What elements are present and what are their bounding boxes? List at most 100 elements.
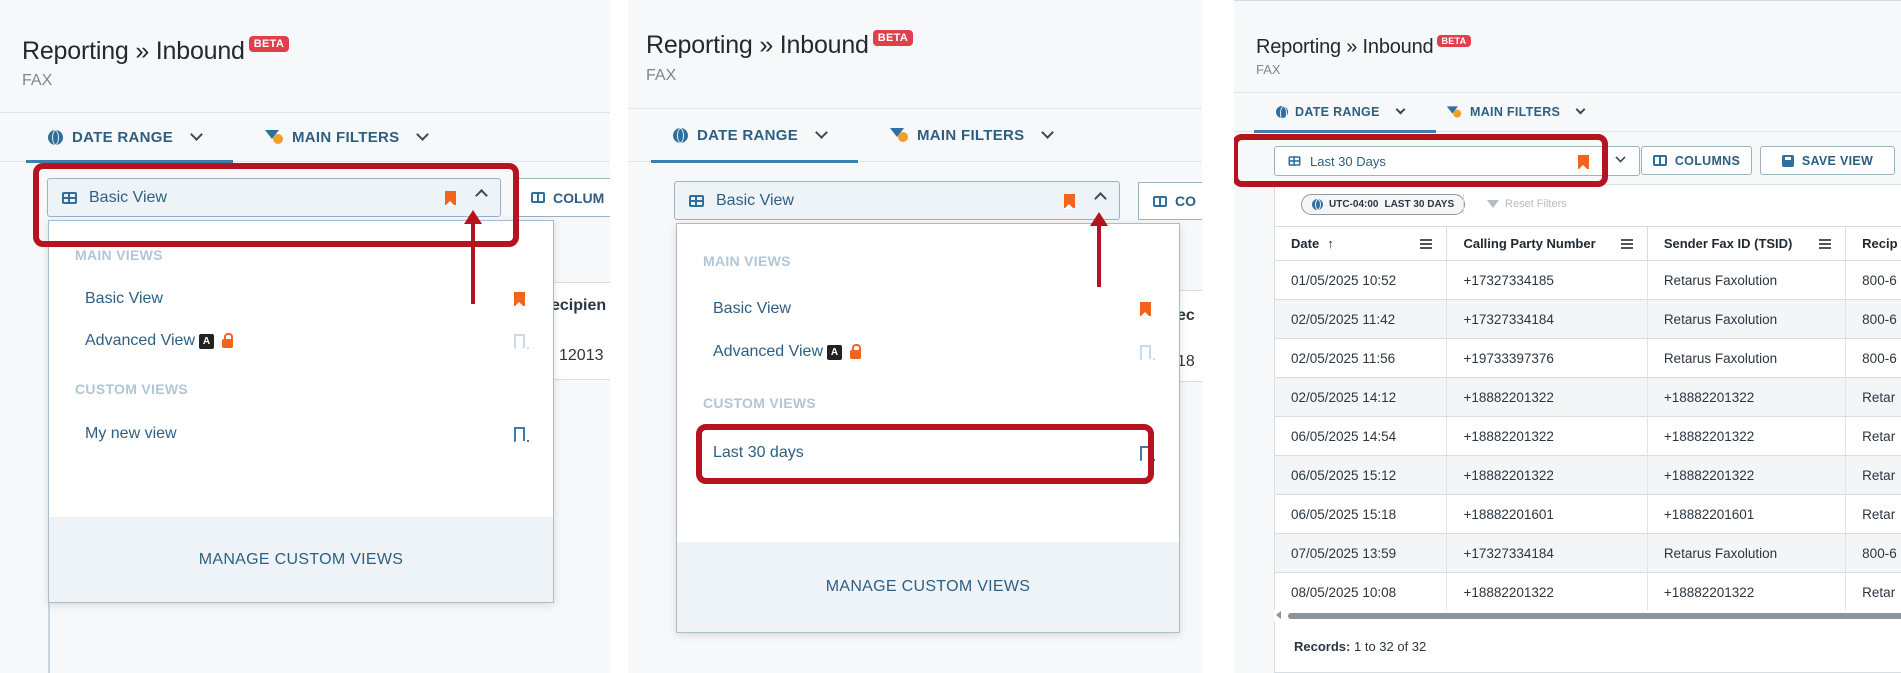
chevron-down-icon — [815, 125, 828, 139]
tab-label: MAIN FILTERS — [1470, 105, 1561, 119]
table-row[interactable]: 06/05/2025 15:12 +18882201322 +18882201322… — [1275, 456, 1901, 495]
range-label: LAST 30 DAYS — [1384, 199, 1455, 210]
view-option-basic[interactable]: Basic View — [85, 285, 525, 313]
save-icon — [1781, 154, 1794, 167]
scrollbar-thumb[interactable] — [1288, 613, 1901, 619]
column-header-fragment: ecipien — [551, 297, 607, 314]
cell-fragment: 12013 — [559, 347, 604, 364]
cell-calling-party: +18882201322 — [1447, 573, 1648, 611]
column-header-sender-fax-id[interactable]: Sender Fax ID (TSID) — [1648, 227, 1847, 260]
tab-main-filters[interactable]: MAIN FILTERS — [265, 113, 430, 161]
table-row[interactable]: 08/05/2025 10:08 +18882201322 +18882201322… — [1275, 573, 1901, 612]
page-title: Reporting » Inbound BETA — [646, 30, 914, 60]
tab-main-filters[interactable]: MAIN FILTERS — [890, 109, 1055, 161]
reset-filters-button[interactable]: Reset Filters — [1487, 198, 1567, 210]
custom-views-heading: CUSTOM VIEWS — [703, 395, 817, 411]
view-selector[interactable]: Basic View — [674, 181, 1120, 220]
view-option-label: My new view — [85, 425, 177, 442]
tab-date-range[interactable]: DATE RANGE — [25, 113, 234, 163]
highlight-box — [1234, 134, 1608, 187]
tab-date-range[interactable]: DATE RANGE — [1254, 93, 1436, 133]
view-option-advanced[interactable]: Advanced View A — [713, 338, 1155, 366]
sort-ascending-icon: ↑ — [1327, 236, 1334, 251]
columns-label: COLUM — [553, 189, 605, 206]
table-row[interactable]: 06/05/2025 15:18 +18882201601 +18882201601… — [1275, 495, 1901, 534]
column-header-calling-party[interactable]: Calling Party Number — [1447, 227, 1648, 260]
bookmark-outline-icon[interactable] — [1140, 345, 1155, 361]
manage-custom-views-button[interactable]: MANAGE CUSTOM VIEWS — [49, 517, 553, 602]
manage-custom-views-button[interactable]: MANAGE CUSTOM VIEWS — [677, 542, 1179, 632]
tab-label: DATE RANGE — [697, 126, 799, 144]
bookmark-outline-icon[interactable] — [514, 427, 529, 443]
tab-main-filters[interactable]: MAIN FILTERS — [1445, 93, 1586, 131]
column-header-recipient[interactable]: Recip — [1846, 227, 1901, 260]
cell-recipient: 800-6 — [1846, 339, 1901, 377]
view-option-custom[interactable]: My new view — [85, 420, 529, 448]
page-title-text: Reporting » Inbound — [646, 31, 869, 59]
view-option-basic[interactable]: Basic View — [713, 295, 1151, 323]
separator — [1202, 0, 1234, 673]
columns-button[interactable]: COLUM — [518, 178, 610, 217]
table-header: Date ↑ Calling Party Number Sender Fax ID… — [1275, 227, 1901, 261]
table-row[interactable]: 06/05/2025 14:54 +18882201322 +18882201322… — [1275, 417, 1901, 456]
column-menu-icon[interactable] — [1819, 239, 1832, 249]
timezone-chip[interactable]: UTC-04:00 LAST 30 DAYS — [1301, 194, 1466, 215]
page-subtitle: FAX — [1256, 62, 1281, 77]
cell-sender-fax-id: +18882201601 — [1648, 495, 1847, 533]
cell-date: 02/05/2025 11:56 — [1275, 339, 1448, 377]
table-row[interactable]: 07/05/2025 13:59 +17327334184 Retarus Faxo… — [1275, 534, 1901, 573]
cell-calling-party: +19733397376 — [1447, 339, 1648, 377]
horizontal-scrollbar[interactable] — [1274, 610, 1901, 621]
manage-custom-views-label: MANAGE CUSTOM VIEWS — [198, 550, 404, 568]
view-option-label: Advanced View — [85, 332, 195, 349]
highlight-box — [33, 163, 519, 247]
arrow-head — [1090, 212, 1108, 226]
cell-sender-fax-id: +18882201322 — [1648, 378, 1847, 416]
bookmark-filled-icon[interactable] — [1140, 302, 1151, 317]
column-menu-icon[interactable] — [1620, 239, 1633, 249]
table-row[interactable]: 01/05/2025 10:52 +17327334185 Retarus Faxo… — [1275, 261, 1901, 300]
cell-recipient: 800-6 — [1846, 261, 1901, 299]
table-icon — [689, 194, 704, 207]
advanced-badge: A — [199, 333, 214, 349]
arrow-head — [464, 210, 482, 224]
cell-recipient: 800-6 — [1846, 534, 1901, 572]
globe-icon — [673, 127, 688, 143]
chevron-up-icon[interactable] — [1094, 192, 1107, 205]
save-view-button[interactable]: SAVE VIEW — [1760, 146, 1895, 175]
column-menu-icon[interactable] — [1420, 239, 1433, 249]
cell-date: 06/05/2025 15:18 — [1275, 495, 1448, 533]
views-dropdown: MAIN VIEWS Basic View Advanced View A CUS… — [48, 220, 554, 603]
highlight-box — [696, 424, 1154, 484]
column-header-date[interactable]: Date ↑ — [1275, 227, 1448, 260]
cell-date: 02/05/2025 14:12 — [1275, 378, 1448, 416]
columns-button[interactable]: COLUMNS — [1641, 146, 1752, 175]
view-option-advanced[interactable]: Advanced View A — [85, 327, 529, 355]
cell-calling-party: +18882201322 — [1447, 417, 1648, 455]
cell-calling-party: +18882201601 — [1447, 495, 1648, 533]
chevron-down-icon[interactable] — [1615, 152, 1626, 163]
custom-views-heading: CUSTOM VIEWS — [75, 381, 189, 397]
table-row[interactable]: 02/05/2025 14:12 +18882201322 +18882201322… — [1275, 378, 1901, 417]
cell-recipient: Retar — [1846, 417, 1901, 455]
cell-date: 01/05/2025 10:52 — [1275, 261, 1448, 299]
table-row[interactable]: 02/05/2025 11:42 +17327334184 Retarus Faxo… — [1275, 300, 1901, 339]
cell-date: 07/05/2025 13:59 — [1275, 534, 1448, 572]
table-row[interactable]: 02/05/2025 11:56 +19733397376 Retarus Faxo… — [1275, 339, 1901, 378]
columns-button[interactable]: CO — [1138, 182, 1202, 220]
tab-bar: DATE RANGE MAIN FILTERS — [0, 112, 610, 163]
bookmark-filled-icon — [1064, 194, 1075, 209]
chevron-down-icon — [416, 127, 430, 141]
cell-recipient: Retar — [1846, 378, 1901, 416]
cell-recipient: Retar — [1846, 495, 1901, 533]
filter-icon — [890, 127, 908, 143]
bookmark-outline-icon[interactable] — [514, 334, 529, 350]
chevron-down-icon — [1041, 125, 1055, 139]
bookmark-filled-icon[interactable] — [514, 292, 525, 307]
scroll-left-icon[interactable] — [1276, 611, 1281, 619]
records-value: 1 to 32 of 32 — [1353, 639, 1427, 654]
save-view-label: SAVE VIEW — [1801, 153, 1874, 168]
tab-date-range[interactable]: DATE RANGE — [650, 109, 859, 163]
beta-badge: BETA — [1437, 35, 1471, 47]
cell-date: 02/05/2025 11:42 — [1275, 300, 1448, 338]
